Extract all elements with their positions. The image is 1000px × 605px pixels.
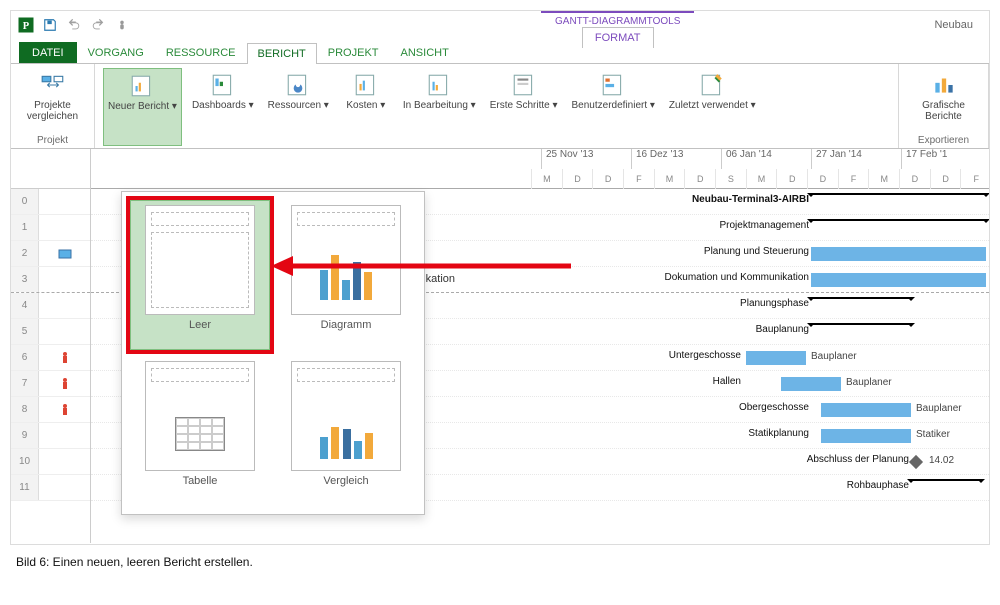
getting-started-icon: [511, 70, 537, 100]
summary-bar: [811, 193, 986, 199]
overallocation-icon: [39, 345, 90, 370]
row-number[interactable]: 7: [11, 371, 39, 396]
task-bar[interactable]: [821, 429, 911, 443]
row-number[interactable]: 6: [11, 345, 39, 370]
new-report-button[interactable]: Neuer Bericht ▾: [103, 68, 182, 146]
task-label: Obergeschosse: [739, 402, 809, 413]
compare-projects-button[interactable]: Projekte vergleichen: [19, 68, 86, 135]
summary-bar: [811, 297, 911, 303]
title-bar: P Neubau: [11, 11, 989, 39]
new-report-gallery: Leer Diagramm: [121, 191, 425, 515]
figure-caption: Bild 6: Einen neuen, leeren Bericht erst…: [16, 555, 984, 569]
tab-vorgang[interactable]: VORGANG: [77, 42, 155, 63]
ribbon: Projekte vergleichen Projekt Neuer Beric…: [11, 63, 989, 149]
project-app-icon: P: [17, 16, 35, 34]
tab-file[interactable]: DATEI: [19, 42, 77, 63]
custom-icon: [600, 70, 626, 100]
touch-mode-icon[interactable]: [113, 16, 131, 34]
ressourcen-button[interactable]: Ressourcen ▾: [264, 68, 333, 146]
report-option-leer[interactable]: Leer: [130, 200, 270, 350]
row-number[interactable]: 4: [11, 293, 39, 318]
dashboards-button[interactable]: Dashboards ▾: [188, 68, 258, 146]
task-bar[interactable]: [811, 247, 986, 261]
task-label: Hallen: [713, 376, 741, 387]
resources-icon: [285, 70, 311, 100]
getting-started-button[interactable]: Erste Schritte ▾: [486, 68, 562, 146]
compare-icon: [40, 70, 66, 100]
row-number[interactable]: 2: [11, 241, 39, 266]
row-number[interactable]: 8: [11, 397, 39, 422]
undo-icon[interactable]: [65, 16, 83, 34]
contextual-tab-group: GANTT-DIAGRAMMTOOLS FORMAT: [541, 11, 694, 48]
resource-label: Bauplaner: [846, 377, 892, 388]
task-grid: 0 1 2 3 4 5 6 7 8 9 10 11: [11, 149, 91, 543]
row-number[interactable]: 5: [11, 319, 39, 344]
resource-label: Bauplaner: [916, 403, 962, 414]
task-label: Projektmanagement: [720, 220, 810, 231]
milestone-icon[interactable]: [909, 455, 923, 469]
recent-icon: [699, 70, 725, 100]
tab-bericht[interactable]: BERICHT: [247, 43, 317, 64]
task-label: Abschluss der Planung: [807, 454, 909, 465]
tab-ressource[interactable]: RESSOURCE: [155, 42, 247, 63]
tab-format[interactable]: FORMAT: [582, 27, 654, 48]
overallocation-icon: [39, 397, 90, 422]
custom-button[interactable]: Benutzerdefiniert ▾: [568, 68, 659, 146]
new-report-icon: [129, 71, 155, 101]
costs-icon: [353, 70, 379, 100]
summary-bar: [811, 323, 911, 329]
task-bar[interactable]: [811, 273, 986, 287]
tab-ansicht[interactable]: ANSICHT: [390, 42, 460, 63]
task-bar[interactable]: [821, 403, 911, 417]
save-icon[interactable]: [41, 16, 59, 34]
resource-label: Statiker: [916, 429, 950, 440]
task-label: Dokumation und Kommunikation: [664, 272, 809, 283]
task-label: Bauplanung: [756, 324, 809, 335]
task-label: Planungsphase: [740, 298, 809, 309]
ribbon-tabs: DATEI VORGANG RESSOURCE BERICHT PROJEKT …: [11, 39, 989, 63]
task-label: Untergeschosse: [669, 350, 741, 361]
annotation-arrow: [271, 251, 571, 284]
quick-access-toolbar: P: [17, 16, 131, 34]
overallocation-icon: [39, 371, 90, 396]
redo-icon[interactable]: [89, 16, 107, 34]
row-number[interactable]: 1: [11, 215, 39, 240]
task-bar[interactable]: [746, 351, 806, 365]
milestone-date: 14.02: [929, 455, 954, 466]
tab-projekt[interactable]: PROJEKT: [317, 42, 390, 63]
row-number[interactable]: 10: [11, 449, 39, 474]
task-label: Neubau-Terminal3-AIRBI: [692, 194, 809, 205]
task-label: Planung und Steuerung: [704, 246, 809, 257]
indicator-icon: [39, 241, 90, 266]
recent-button[interactable]: Zuletzt verwendet ▾: [665, 68, 760, 146]
timeline-header: 25 Nov '13 16 Dez '13 06 Jan '14 27 Jan …: [91, 149, 989, 189]
visual-reports-icon: [931, 70, 957, 100]
visual-reports-button[interactable]: Grafische Berichte: [907, 68, 980, 135]
in-progress-button[interactable]: In Bearbeitung ▾: [399, 68, 480, 146]
dashboard-icon: [210, 70, 236, 100]
report-option-vergleich[interactable]: Vergleich: [276, 356, 416, 506]
document-title: Neubau: [934, 19, 973, 31]
row-number[interactable]: 9: [11, 423, 39, 448]
task-label: Statikplanung: [748, 428, 809, 439]
summary-bar: [911, 479, 981, 485]
row-number[interactable]: 11: [11, 475, 39, 500]
row-number[interactable]: 0: [11, 189, 39, 214]
svg-text:P: P: [23, 21, 30, 32]
contextual-group-title: GANTT-DIAGRAMMTOOLS: [541, 11, 694, 27]
kosten-button[interactable]: Kosten ▾: [339, 68, 393, 146]
report-option-tabelle[interactable]: Tabelle: [130, 356, 270, 506]
inprogress-icon: [426, 70, 452, 100]
task-bar[interactable]: [781, 377, 841, 391]
summary-bar: [811, 219, 986, 225]
task-label: Rohbauphase: [847, 480, 909, 491]
resource-label: Bauplaner: [811, 351, 857, 362]
row-number[interactable]: 3: [11, 267, 39, 292]
